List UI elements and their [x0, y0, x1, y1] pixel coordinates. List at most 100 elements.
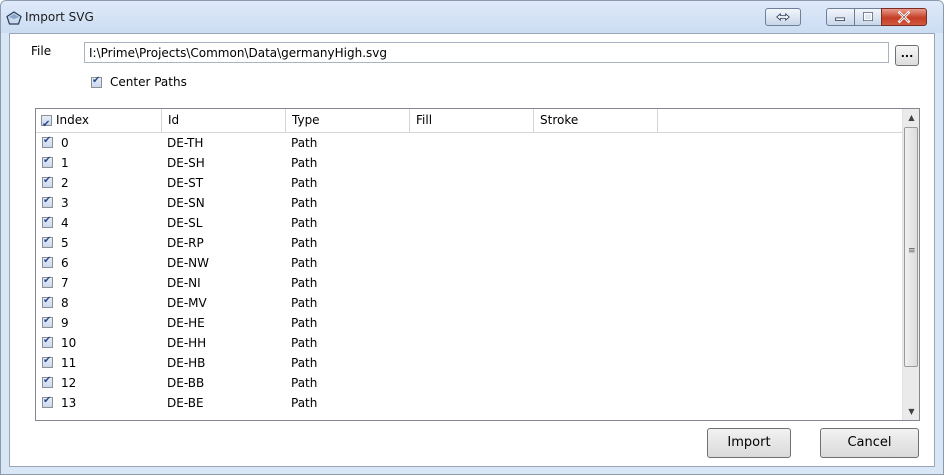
row-index: 10: [61, 336, 77, 350]
row-type: Path: [291, 136, 318, 150]
row-index: 9: [61, 316, 69, 330]
column-header-index[interactable]: Index: [36, 109, 162, 136]
maximize-icon: [863, 12, 873, 21]
swap-button[interactable]: [765, 8, 801, 26]
row-id: DE-BB: [167, 376, 205, 390]
column-header-id[interactable]: Id: [162, 109, 286, 132]
row-checkbox[interactable]: [42, 155, 53, 168]
row-index: 13: [61, 396, 77, 410]
row-type: Path: [291, 216, 318, 230]
table-row[interactable]: 5 DE-RP Path: [36, 233, 902, 253]
close-button[interactable]: [881, 8, 927, 26]
table-row[interactable]: 0 DE-TH Path: [36, 133, 902, 153]
file-label: File: [31, 44, 52, 58]
row-id: DE-NW: [167, 256, 209, 270]
row-id: DE-NI: [167, 276, 201, 290]
table-row[interactable]: 10 DE-HH Path: [36, 333, 902, 353]
row-index: 7: [61, 276, 69, 290]
window-title: Import SVG: [25, 10, 94, 24]
row-checkbox[interactable]: [42, 175, 53, 188]
pentagon-icon: [6, 11, 22, 25]
minimize-icon: [835, 17, 845, 21]
center-paths-checkbox[interactable]: [91, 75, 102, 88]
row-type: Path: [291, 156, 318, 170]
scrollbar-thumb[interactable]: ≡: [904, 127, 918, 367]
column-header-stroke[interactable]: Stroke: [534, 109, 658, 132]
center-paths-label: Center Paths: [110, 75, 187, 89]
row-id: DE-MV: [167, 296, 207, 310]
table-row[interactable]: 9 DE-HE Path: [36, 313, 902, 333]
row-id: DE-SL: [167, 216, 203, 230]
table-row[interactable]: 3 DE-SN Path: [36, 193, 902, 213]
row-checkbox[interactable]: [42, 215, 53, 228]
row-index: 1: [61, 156, 69, 170]
table-row[interactable]: 6 DE-NW Path: [36, 253, 902, 273]
scroll-down-icon[interactable]: ▼: [903, 403, 919, 420]
row-type: Path: [291, 376, 318, 390]
grip-icon: ≡: [908, 246, 916, 256]
row-type: Path: [291, 256, 318, 270]
row-type: Path: [291, 396, 318, 410]
row-type: Path: [291, 316, 318, 330]
table-row[interactable]: 1 DE-SH Path: [36, 153, 902, 173]
swap-arrows-icon: [776, 12, 790, 22]
table-row[interactable]: 12 DE-BB Path: [36, 373, 902, 393]
row-index: 11: [61, 356, 77, 370]
row-checkbox[interactable]: [42, 255, 53, 268]
row-checkbox[interactable]: [42, 355, 53, 368]
row-index: 2: [61, 176, 69, 190]
table-row[interactable]: 11 DE-HB Path: [36, 353, 902, 373]
row-checkbox[interactable]: [42, 375, 53, 388]
import-svg-window: Import SVG File ... C: [0, 0, 944, 475]
row-type: Path: [291, 336, 318, 350]
row-type: Path: [291, 236, 318, 250]
file-path-input[interactable]: [84, 42, 889, 63]
row-type: Path: [291, 356, 318, 370]
row-id: DE-HH: [167, 336, 207, 350]
table-row[interactable]: 7 DE-NI Path: [36, 273, 902, 293]
table-row[interactable]: 2 DE-ST Path: [36, 173, 902, 193]
table-header: Index Id Type Fill Stroke: [36, 109, 902, 136]
title-bar[interactable]: Import SVG: [1, 1, 943, 33]
paths-table: Index Id Type Fill Stroke 0 DE-TH Path 1 DE-…: [35, 108, 920, 421]
row-index: 3: [61, 196, 69, 210]
maximize-button[interactable]: [854, 8, 882, 26]
row-checkbox[interactable]: [42, 295, 53, 308]
row-checkbox[interactable]: [42, 395, 53, 408]
row-index: 6: [61, 256, 69, 270]
row-type: Path: [291, 176, 318, 190]
row-checkbox[interactable]: [42, 315, 53, 328]
row-id: DE-SN: [167, 196, 205, 210]
table-row[interactable]: 13 DE-BE Path: [36, 393, 902, 413]
table-row[interactable]: 4 DE-SL Path: [36, 213, 902, 233]
row-type: Path: [291, 296, 318, 310]
row-index: 4: [61, 216, 69, 230]
row-type: Path: [291, 196, 318, 210]
row-checkbox[interactable]: [42, 335, 53, 348]
import-button[interactable]: Import: [707, 428, 791, 458]
browse-button[interactable]: ...: [895, 45, 919, 66]
vertical-scrollbar[interactable]: ▲ ≡ ▼: [902, 109, 919, 420]
row-index: 0: [61, 136, 69, 150]
scroll-up-icon[interactable]: ▲: [903, 109, 919, 126]
column-header-fill[interactable]: Fill: [410, 109, 534, 132]
minimize-button[interactable]: [826, 8, 855, 26]
table-row[interactable]: 8 DE-MV Path: [36, 293, 902, 313]
row-index: 5: [61, 236, 69, 250]
close-icon: [897, 10, 911, 24]
row-checkbox[interactable]: [42, 235, 53, 248]
row-id: DE-ST: [167, 176, 204, 190]
row-id: DE-HB: [167, 356, 206, 370]
row-id: DE-HE: [167, 316, 205, 330]
row-index: 8: [61, 296, 69, 310]
row-checkbox[interactable]: [42, 275, 53, 288]
row-checkbox[interactable]: [42, 135, 53, 148]
row-id: DE-BE: [167, 396, 204, 410]
row-id: DE-RP: [167, 236, 204, 250]
row-type: Path: [291, 276, 318, 290]
row-id: DE-TH: [167, 136, 204, 150]
select-all-checkbox[interactable]: [41, 113, 52, 136]
column-header-type[interactable]: Type: [286, 109, 410, 132]
cancel-button[interactable]: Cancel: [820, 428, 919, 458]
row-checkbox[interactable]: [42, 195, 53, 208]
